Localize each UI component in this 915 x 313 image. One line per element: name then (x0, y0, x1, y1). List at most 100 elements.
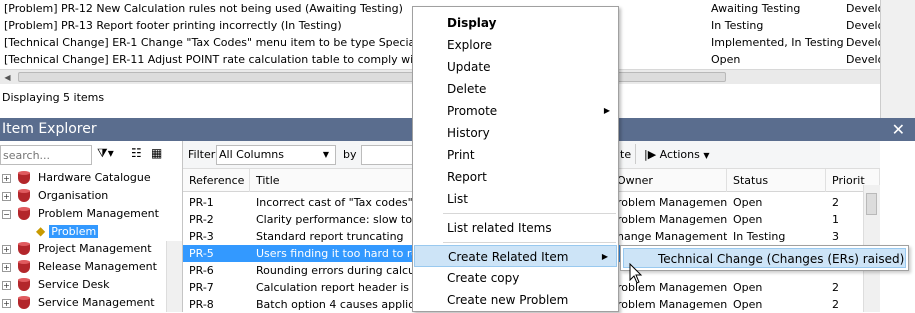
tree-item-problem[interactable]: ◆ Problem (36, 222, 99, 240)
expand-icon[interactable]: + (2, 280, 11, 290)
submenu-arrow-icon: ▶ (601, 252, 608, 261)
tree-scrollbar[interactable] (166, 241, 182, 312)
scroll-left-icon[interactable]: ◀ (0, 70, 15, 85)
chevron-down-icon: ▼ (703, 151, 710, 160)
tree-item-service-management[interactable]: + Service Management (2, 294, 155, 312)
toolbar-divider (635, 144, 636, 164)
expand-icon[interactable]: + (2, 244, 11, 254)
menu-item-label: Promote (447, 104, 498, 118)
menu-item-history[interactable]: History (413, 122, 618, 144)
cell-reference: PR-6 (189, 264, 214, 277)
filter-funnel-icon[interactable]: ⧩▾ (97, 146, 114, 161)
tree-item-project-management[interactable]: + Project Management (2, 240, 152, 258)
database-icon (16, 296, 32, 310)
tree-item-label: Organisation (38, 189, 109, 202)
list-item-owner: Develo (846, 53, 885, 66)
actions-icon: |▶ (644, 148, 657, 161)
cell-reference: PR-7 (189, 281, 214, 294)
tree-panel: ⧩▾ ☷ ▦ + Hardware Catalogue + Organisation… (0, 141, 183, 312)
filter-label: Filter (188, 148, 216, 161)
database-icon (16, 171, 32, 185)
cell-reference: PR-3 (189, 230, 214, 243)
cell-reference: PR-8 (189, 298, 214, 311)
submenu-item-technical-change[interactable]: Technical Change (Changes (ERs) raised) (623, 248, 906, 268)
column-filter-value: All Columns (219, 148, 284, 161)
menu-item-print[interactable]: Print (413, 144, 618, 166)
database-icon (16, 260, 32, 274)
database-icon (16, 207, 32, 221)
list-item-status: In Testing (711, 19, 764, 32)
database-icon (16, 278, 32, 292)
tree-item-label: Release Management (38, 260, 157, 273)
cell-reference: PR-2 (189, 213, 214, 226)
cell-owner: roblem Management (617, 196, 727, 209)
submenu: Technical Change (Changes (ERs) raised) (620, 245, 909, 271)
collapse-icon[interactable]: − (2, 209, 11, 219)
scrollbar-thumb[interactable] (18, 72, 726, 82)
menu-item-update[interactable]: Update (413, 56, 618, 78)
list-item-owner: Develo (846, 2, 885, 15)
cell-status: In Testing (733, 230, 786, 243)
expand-icon[interactable]: + (2, 173, 11, 183)
column-header-status[interactable]: Status (727, 169, 826, 192)
actions-label: Actions (659, 148, 700, 161)
cell-status: Open (733, 281, 763, 294)
grid-view-icon[interactable]: ▦ (151, 146, 162, 160)
tree-item-hardware-catalogue[interactable]: + Hardware Catalogue (2, 169, 151, 187)
cell-owner: roblem Management (617, 298, 727, 311)
column-header-reference[interactable]: Reference (183, 169, 250, 192)
tree-item-service-desk[interactable]: + Service Desk (2, 276, 110, 294)
tree-item-label: Hardware Catalogue (38, 171, 151, 184)
panel-title: Item Explorer (2, 121, 97, 137)
list-item-title: [Technical Change] ER-11 Adjust POINT ra… (4, 53, 451, 66)
column-header-owner[interactable]: Owner (617, 169, 727, 192)
tree-item-organisation[interactable]: + Organisation (2, 187, 108, 205)
expand-icon[interactable]: + (2, 191, 11, 201)
mouse-cursor-icon (629, 263, 643, 284)
menu-item-list[interactable]: List (413, 188, 618, 210)
menu-item-create-copy[interactable]: Create copy (413, 267, 618, 289)
menu-item-explore[interactable]: Explore (413, 34, 618, 56)
actions-button[interactable]: |▶ Actions ▼ (644, 148, 710, 161)
menu-item-report[interactable]: Report (413, 166, 618, 188)
cell-status: Open (733, 298, 763, 311)
close-icon[interactable]: ✕ (892, 118, 905, 141)
tree-item-release-management[interactable]: + Release Management (2, 258, 157, 276)
menu-separator (443, 242, 616, 243)
create-button[interactable]: te (620, 148, 631, 161)
list-item-owner: Develo (846, 19, 885, 32)
database-icon (16, 189, 32, 203)
column-filter-select[interactable]: All Columns ▼ (216, 145, 336, 165)
tree-item-label: Problem Management (38, 207, 159, 220)
menu-item-delete[interactable]: Delete (413, 78, 618, 100)
by-label: by (343, 148, 357, 161)
tree-item-label: Service Management (38, 296, 155, 309)
list-item-status: Awaiting Testing (711, 2, 801, 15)
menu-item-create-related-item[interactable]: Create Related Item ▶ (414, 245, 617, 267)
list-item-title: [Problem] PR-13 Report footer printing i… (4, 19, 342, 32)
list-item-title: [Problem] PR-12 New Calculation rules no… (4, 2, 403, 15)
tree-item-label: Service Desk (38, 278, 110, 291)
tree-item-label: Problem (49, 225, 99, 238)
cell-status: Open (733, 213, 763, 226)
menu-item-list-related-items[interactable]: List related Items (413, 217, 618, 239)
context-menu: Display Explore Update Delete Promote ▶ H… (412, 6, 619, 312)
expand-icon[interactable]: + (2, 262, 11, 272)
list-item-owner: Develo (846, 36, 885, 49)
list-item-status: Open (711, 53, 741, 66)
expand-icon[interactable]: + (2, 298, 11, 308)
menu-item-display[interactable]: Display (413, 12, 618, 34)
cell-owner: roblem Management (617, 213, 727, 226)
item-type-icon: ◆ (36, 224, 46, 238)
vertical-scrollbar[interactable] (880, 0, 915, 118)
submenu-arrow-icon: ▶ (603, 106, 610, 115)
menu-item-create-new-problem[interactable]: Create new Problem (413, 289, 618, 311)
tree-item-problem-management[interactable]: − Problem Management (2, 205, 159, 223)
cell-reference: PR-1 (189, 196, 214, 209)
cell-reference: PR-5 (189, 247, 214, 260)
menu-item-promote[interactable]: Promote ▶ (413, 100, 618, 122)
search-input[interactable] (0, 145, 92, 165)
scrollbar-thumb[interactable] (866, 193, 877, 215)
list-item-title: [Technical Change] ER-1 Change "Tax Code… (4, 36, 449, 49)
tree-view-icon[interactable]: ☷ (131, 146, 142, 160)
